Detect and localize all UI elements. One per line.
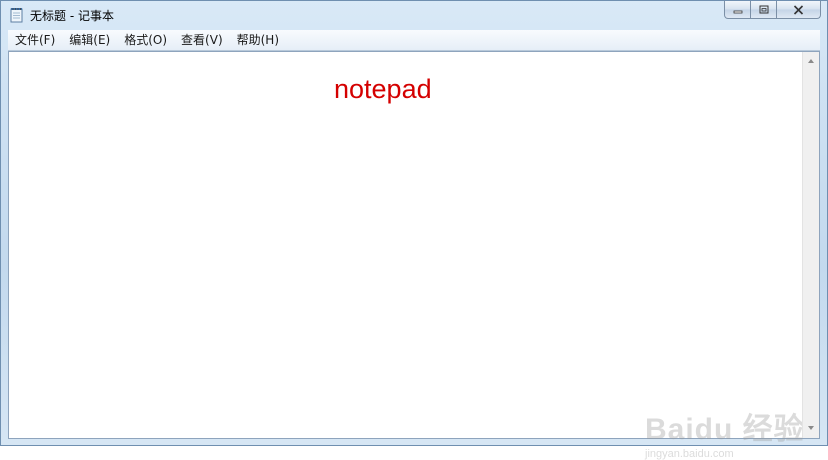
menu-edit[interactable]: 编辑(E) [62, 30, 117, 50]
notepad-icon[interactable] [10, 7, 23, 23]
vertical-scrollbar[interactable] [802, 52, 819, 438]
menu-help[interactable]: 帮助(H) [230, 30, 286, 50]
menu-format[interactable]: 格式(O) [117, 30, 174, 50]
title-bar[interactable]: 无标题 - 记事本 [1, 1, 827, 29]
scroll-down-arrow-icon[interactable] [808, 426, 814, 430]
minimize-button[interactable] [724, 1, 751, 19]
close-button[interactable] [777, 1, 821, 19]
maximize-button[interactable] [751, 1, 777, 19]
text-editor[interactable]: notepad Baidu 经验 jingyan.baidu.com [8, 51, 820, 460]
editor-text: notepad [334, 74, 432, 104]
scroll-up-arrow-icon[interactable] [808, 59, 814, 63]
minimize-icon [733, 10, 742, 13]
maximize-icon [759, 5, 768, 13]
window-title: 无标题 - 记事本 [30, 9, 114, 23]
menu-file[interactable]: 文件(F) [8, 30, 62, 50]
menu-view[interactable]: 查看(V) [174, 30, 230, 50]
watermark-logo: Baidu 经验 [645, 413, 805, 446]
caption-buttons [724, 1, 821, 20]
watermark: Baidu 经验 jingyan.baidu.com [645, 404, 805, 460]
menu-bar: 文件(F) 编辑(E) 格式(O) 查看(V) 帮助(H) [8, 30, 820, 51]
notepad-window: 无标题 - 记事本 文件(F) 编辑(E) 格式(O) 查看(V) 帮助(H) … [0, 0, 828, 460]
watermark-url: jingyan.baidu.com [645, 448, 734, 460]
close-icon [793, 4, 804, 15]
